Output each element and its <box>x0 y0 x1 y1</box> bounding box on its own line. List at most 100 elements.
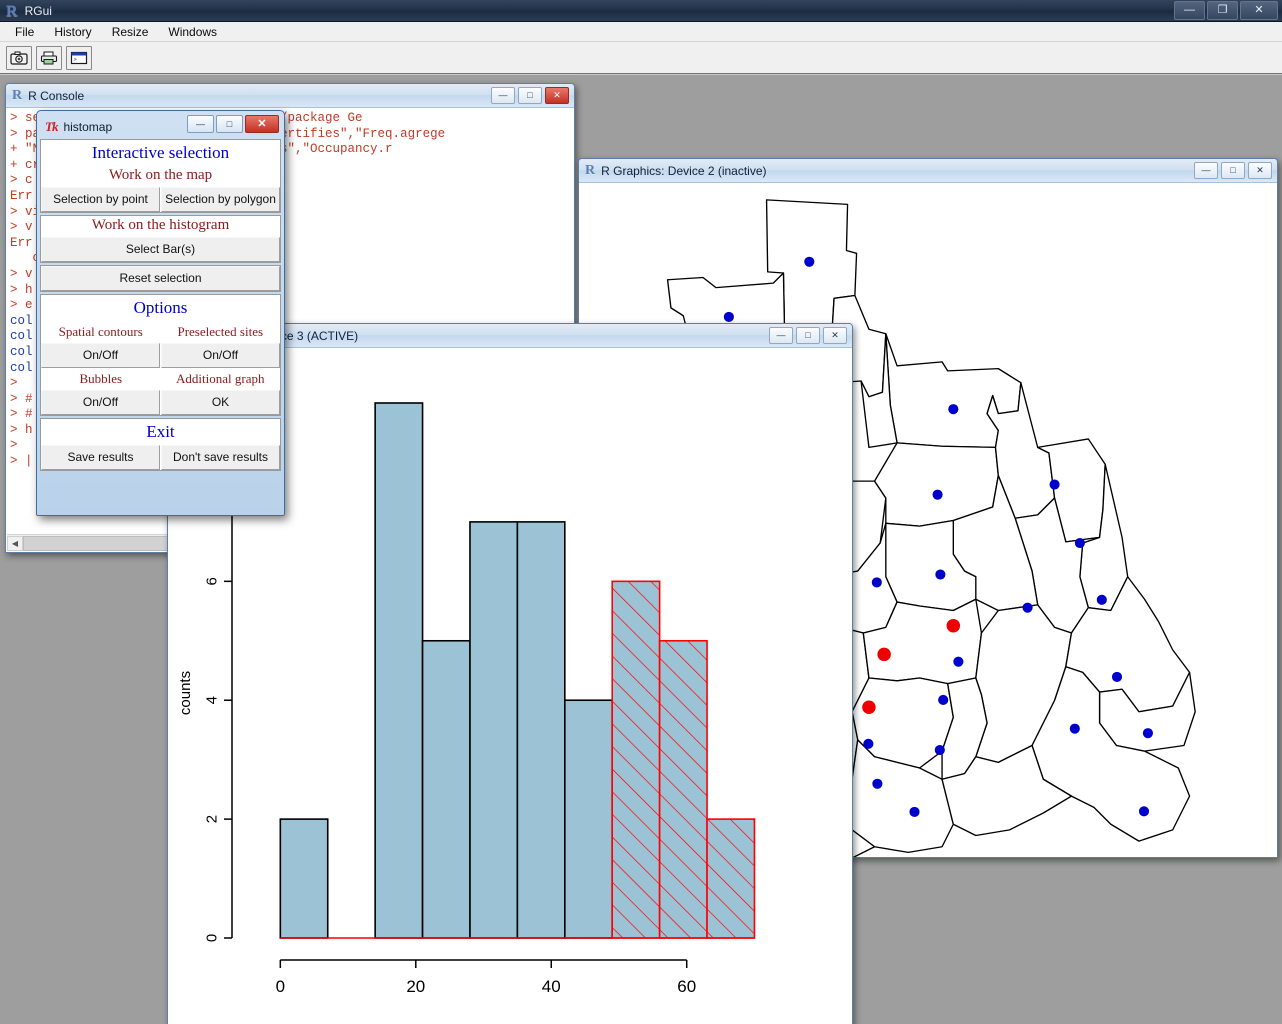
map-point-unselected[interactable] <box>1022 602 1033 613</box>
map-point-unselected[interactable] <box>1069 723 1080 734</box>
options-buttons-row-2: On/Off OK <box>41 390 280 415</box>
camera-icon-button[interactable] <box>6 45 32 70</box>
interactive-selection-panel: Interactive selection Work on the map Se… <box>40 139 281 213</box>
console-icon: > <box>70 51 88 64</box>
close-icon[interactable]: ✕ <box>545 87 569 104</box>
histogram-bar[interactable] <box>279 818 329 939</box>
options-buttons-row-1: On/Off On/Off <box>41 343 280 368</box>
toolbar: > <box>0 42 1282 75</box>
select-bars-button[interactable]: Select Bar(s) <box>41 237 280 262</box>
r-console-titlebar[interactable]: R R Console — □ ✕ <box>6 84 574 108</box>
menu-history[interactable]: History <box>45 23 100 41</box>
map-point-unselected[interactable] <box>953 656 964 667</box>
histogram-bar[interactable] <box>516 521 566 939</box>
x-axis-tick-label: 60 <box>677 977 696 996</box>
bubbles-toggle-button[interactable]: On/Off <box>41 390 160 415</box>
restore-icon[interactable]: ❐ <box>1207 1 1238 20</box>
spatial-contours-label: Spatial contours <box>58 324 143 339</box>
map-point-unselected[interactable] <box>1111 671 1123 682</box>
map-point-unselected[interactable] <box>932 489 943 500</box>
y-axis-label: counts <box>177 671 194 715</box>
histogram-bars <box>279 402 756 939</box>
map-point-selected[interactable] <box>862 700 876 715</box>
y-axis-tick-label: 0 <box>204 934 221 942</box>
y-axis-tick-label: 2 <box>204 815 221 823</box>
close-icon[interactable]: ✕ <box>1240 1 1278 20</box>
rgui-title-group: R RGui <box>6 2 52 20</box>
reset-selection-row: Reset selection <box>41 266 280 291</box>
options-panel: Options Spatial contours Preselected sit… <box>40 294 281 416</box>
minimize-icon[interactable]: — <box>1174 1 1205 20</box>
scroll-left-icon[interactable]: ◀ <box>7 535 23 551</box>
selection-by-polygon-button[interactable]: Selection by polygon <box>161 187 280 212</box>
map-point-unselected[interactable] <box>1049 479 1060 490</box>
histomap-titlebar[interactable]: Tk histomap — □ ✕ <box>40 114 281 139</box>
map-point-unselected[interactable] <box>909 806 920 817</box>
restore-icon[interactable]: □ <box>1221 162 1245 179</box>
menubar: File History Resize Windows <box>0 22 1282 42</box>
svg-text:>: > <box>74 55 77 62</box>
histogram-bar-selected[interactable] <box>658 639 708 939</box>
r-logo-icon: R <box>12 88 23 103</box>
map-point-unselected[interactable] <box>934 744 945 756</box>
histomap-dialog[interactable]: Tk histomap — □ ✕ Interactive selection … <box>36 110 285 516</box>
exit-heading: Exit <box>146 422 175 441</box>
selection-by-point-button[interactable]: Selection by point <box>41 187 160 212</box>
r-console-title: R Console <box>28 88 85 103</box>
histogram-bar-selected[interactable] <box>611 580 661 939</box>
preselected-sites-toggle-button[interactable]: On/Off <box>161 343 280 368</box>
histomap-window-buttons: — □ ✕ <box>187 115 279 133</box>
console-icon-button[interactable]: > <box>66 45 92 70</box>
menu-resize[interactable]: Resize <box>103 23 158 41</box>
histogram-bar[interactable] <box>563 699 614 939</box>
menu-windows[interactable]: Windows <box>159 23 226 41</box>
rgui-titlebar: R RGui — ❐ ✕ <box>0 0 1282 22</box>
map-point-selected[interactable] <box>877 647 891 662</box>
minimize-icon[interactable]: — <box>491 87 515 104</box>
histogram-bar-selected[interactable] <box>706 818 756 939</box>
minimize-icon[interactable]: — <box>187 115 214 133</box>
map-point-unselected[interactable] <box>863 738 874 749</box>
close-icon[interactable]: ✕ <box>1248 162 1272 179</box>
map-point-unselected[interactable] <box>948 404 959 415</box>
minimize-icon[interactable]: — <box>769 327 793 344</box>
map-point-unselected[interactable] <box>1074 537 1085 549</box>
map-point-unselected[interactable] <box>1142 728 1153 739</box>
map-point-unselected[interactable] <box>871 577 882 588</box>
preselected-sites-label: Preselected sites <box>177 324 264 339</box>
camera-icon <box>10 51 28 65</box>
app-title: RGui <box>24 4 52 18</box>
spatial-contours-toggle-button[interactable]: On/Off <box>41 343 160 368</box>
dont-save-results-button[interactable]: Don't save results <box>161 445 280 470</box>
printer-icon-button[interactable] <box>36 45 62 70</box>
map-point-unselected[interactable] <box>804 256 815 267</box>
histogram-bar[interactable] <box>469 521 519 939</box>
work-on-map-heading: Work on the map <box>108 167 213 183</box>
r-logo-icon: R <box>6 2 18 20</box>
reset-selection-button[interactable]: Reset selection <box>41 266 280 291</box>
minimize-icon[interactable]: — <box>1194 162 1218 179</box>
map-point-unselected[interactable] <box>1096 594 1107 605</box>
map-point-unselected[interactable] <box>872 778 883 789</box>
histogram-bar[interactable] <box>421 639 471 939</box>
device2-window-buttons: — □ ✕ <box>1194 162 1272 179</box>
additional-graph-ok-button[interactable]: OK <box>161 390 280 415</box>
device2-titlebar[interactable]: R R Graphics: Device 2 (inactive) — □ ✕ <box>579 159 1277 183</box>
map-point-unselected[interactable] <box>723 311 734 322</box>
reset-selection-panel: Reset selection <box>40 265 281 292</box>
restore-icon[interactable]: □ <box>216 115 243 133</box>
map-point-unselected[interactable] <box>938 694 949 705</box>
close-icon[interactable]: ✕ <box>245 115 279 133</box>
x-axis-tick-label: 0 <box>276 977 285 996</box>
map-point-selected[interactable] <box>946 618 961 633</box>
histogram-bar[interactable] <box>374 402 424 939</box>
map-point-unselected[interactable] <box>1138 806 1150 817</box>
close-icon[interactable]: ✕ <box>823 327 847 344</box>
menu-file[interactable]: File <box>6 23 43 41</box>
bubbles-label: Bubbles <box>79 371 123 386</box>
restore-icon[interactable]: □ <box>518 87 542 104</box>
r-console-window-buttons: — □ ✕ <box>491 87 569 104</box>
map-point-unselected[interactable] <box>935 569 946 580</box>
restore-icon[interactable]: □ <box>796 327 820 344</box>
save-results-button[interactable]: Save results <box>41 445 160 470</box>
